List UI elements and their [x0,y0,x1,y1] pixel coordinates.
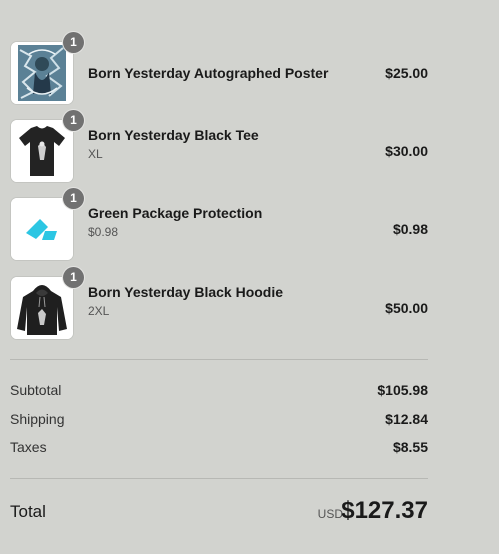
item-variant: 2XL [88,304,110,318]
taxes-label: Taxes [10,439,47,455]
line-item: 1 Born Yesterday Autographed Poster $25.… [10,32,428,105]
item-name: Born Yesterday Black Hoodie [88,284,284,300]
total-currency: USD [317,507,343,521]
shipping-value: $12.84 [385,411,428,427]
item-variant: XL [88,147,103,161]
taxes-row: Taxes $8.55 [10,439,428,459]
item-variant: $0.98 [88,225,119,239]
poster-image [11,42,73,104]
taxes-value: $8.55 [392,439,428,455]
product-thumbnail: 1 [10,110,84,183]
line-item: 1 Born Yesterday Black Hoodie 2XL $50.00 [10,267,428,340]
product-thumbnail: 1 [10,32,84,105]
divider [10,359,428,360]
subtotal-row: Subtotal $105.98 [10,382,428,402]
total-label: Total [10,502,46,521]
quantity-badge: 1 [63,110,84,131]
item-price: $0.98 [392,221,428,237]
quantity-badge: 1 [63,188,84,209]
quantity-badge: 1 [63,267,84,288]
item-name: Born Yesterday Black Tee [88,127,259,143]
item-name: Green Package Protection [88,205,263,221]
hoodie-image [11,277,73,339]
line-item: 1 Born Yesterday Black Tee XL $30.00 [10,110,428,183]
subtotal-value: $105.98 [377,382,428,398]
shipping-row: Shipping $12.84 [10,411,428,431]
subtotal-label: Subtotal [10,382,62,398]
line-item: 1 Green Package Protection $0.98 $0.98 [10,188,428,261]
item-name: Born Yesterday Autographed Poster [88,65,329,81]
shipping-label: Shipping [10,411,65,427]
package-protection-logo [11,198,73,260]
divider [10,478,428,479]
product-thumbnail: 1 [10,188,84,261]
quantity-badge: 1 [63,32,84,53]
item-price: $50.00 [385,300,428,316]
item-price: $30.00 [385,143,428,159]
product-thumbnail: 1 [10,267,84,340]
item-price: $25.00 [385,65,428,81]
total-value: $127.37 [341,497,428,524]
tshirt-image [11,120,73,182]
